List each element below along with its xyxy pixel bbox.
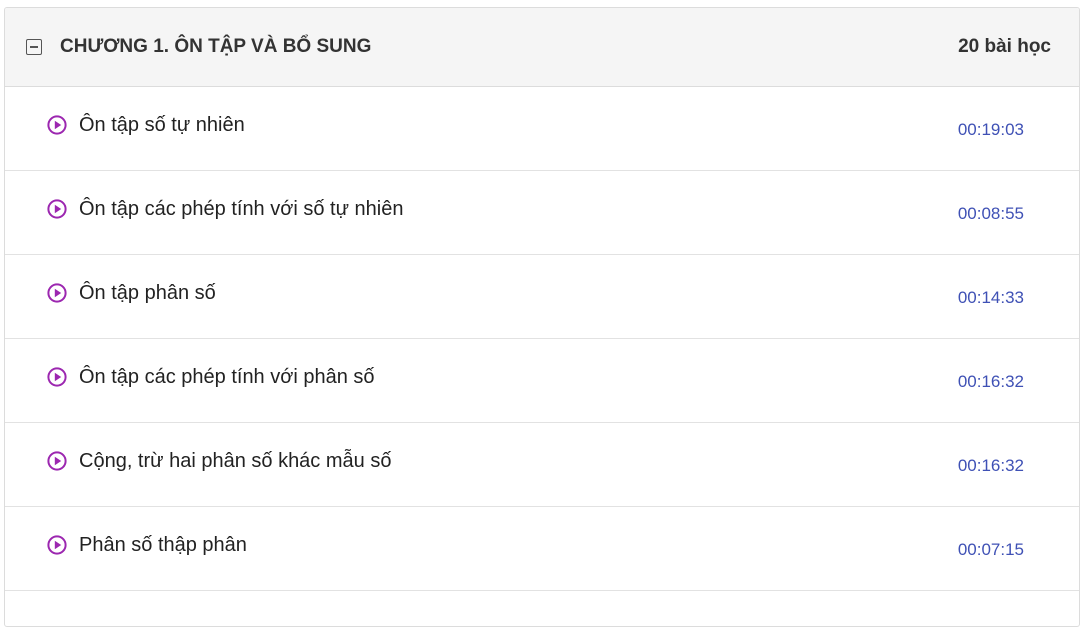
lesson-duration: 00:19:03 [957, 120, 1024, 139]
lesson-title[interactable]: Ôn tập phân số [79, 282, 958, 305]
chapter-header[interactable]: CHƯƠNG 1. ÔN TẬP VÀ BỔ SUNG 20 bài học [5, 8, 1079, 87]
play-circle-icon[interactable] [47, 199, 67, 219]
lesson-item[interactable]: Phân số thập phân 00:07:15 [5, 507, 1079, 591]
lesson-title[interactable]: Cộng, trừ hai phân số khác mẫu số [79, 450, 958, 473]
minus-square-icon[interactable] [26, 39, 42, 55]
lesson-title[interactable]: Phân số thập phân [79, 534, 958, 557]
lesson-item[interactable]: Ôn tập số tự nhiên 00:19:03 [5, 87, 1079, 171]
play-circle-icon[interactable] [47, 283, 67, 303]
chapter-title: CHƯƠNG 1. ÔN TẬP VÀ BỔ SUNG [60, 36, 372, 57]
lesson-duration: 00:07:15 [957, 540, 1024, 559]
lesson-duration: 00:14:33 [957, 288, 1024, 307]
play-circle-icon[interactable] [47, 115, 67, 135]
play-circle-icon[interactable] [47, 451, 67, 471]
lesson-duration: 00:16:32 [957, 456, 1024, 475]
lesson-count: 20 bài học [958, 36, 1051, 57]
chapter-panel: CHƯƠNG 1. ÔN TẬP VÀ BỔ SUNG 20 bài học Ô… [4, 7, 1080, 627]
lesson-duration: 00:16:32 [957, 372, 1024, 391]
play-circle-icon[interactable] [47, 535, 67, 555]
lesson-duration: 00:08:55 [957, 204, 1024, 223]
lesson-title[interactable]: Ôn tập số tự nhiên [79, 114, 958, 137]
lesson-item[interactable]: Cộng, trừ hai phân số khác mẫu số 00:16:… [5, 423, 1079, 507]
lesson-item[interactable]: Ôn tập các phép tính với phân số 00:16:3… [5, 339, 1079, 423]
lesson-title[interactable]: Ôn tập các phép tính với số tự nhiên [79, 198, 958, 221]
lesson-title[interactable]: Ôn tập các phép tính với phân số [79, 366, 958, 389]
lesson-item[interactable]: Ôn tập phân số 00:14:33 [5, 255, 1079, 339]
play-circle-icon[interactable] [47, 367, 67, 387]
lesson-item[interactable]: Ôn tập các phép tính với số tự nhiên 00:… [5, 171, 1079, 255]
